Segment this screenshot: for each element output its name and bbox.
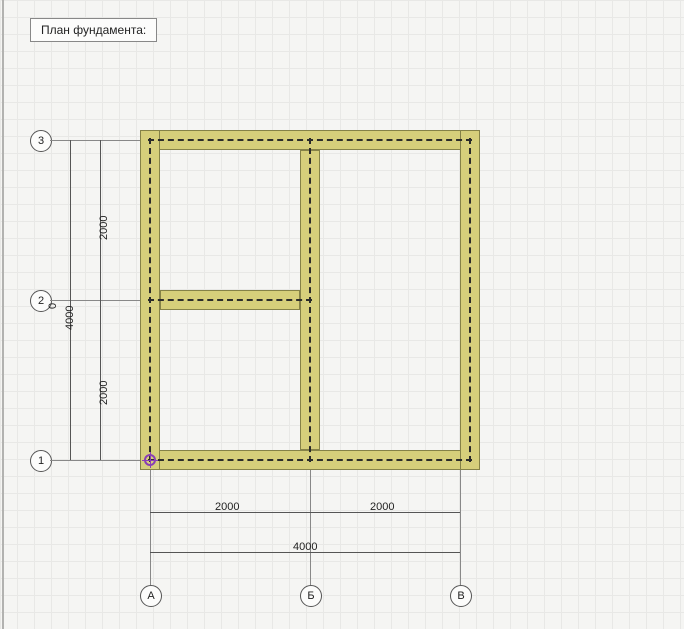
title-box: План фундамента: bbox=[30, 18, 157, 42]
dim-line-h1 bbox=[150, 512, 460, 513]
ext-col-a bbox=[150, 470, 151, 585]
dash-inner-h bbox=[148, 299, 312, 301]
axis-bubble-a: А bbox=[140, 585, 162, 607]
axis-label: В bbox=[457, 590, 464, 602]
dim-2000-up: 2000 bbox=[98, 216, 110, 240]
ext-row-2 bbox=[50, 300, 140, 301]
dash-right bbox=[469, 138, 471, 462]
ext-col-v bbox=[460, 470, 461, 585]
dim-2000-l: 2000 bbox=[215, 501, 239, 513]
axis-label: 1 bbox=[38, 455, 44, 467]
title-text: План фундамента: bbox=[41, 23, 146, 37]
dim-line-v1 bbox=[100, 140, 101, 460]
dim-4000-b: 4000 bbox=[293, 541, 317, 553]
dim-0: 0 bbox=[47, 303, 59, 309]
origin-marker bbox=[144, 454, 156, 466]
ext-col-b bbox=[310, 470, 311, 585]
dim-2000-r: 2000 bbox=[370, 501, 394, 513]
background-grid bbox=[0, 0, 684, 629]
axis-bubble-3: 3 bbox=[30, 130, 52, 152]
dim-line-v2 bbox=[70, 140, 71, 460]
ext-row-3 bbox=[50, 140, 140, 141]
left-separator bbox=[2, 0, 4, 629]
ext-row-1 bbox=[50, 460, 140, 461]
axis-label: 2 bbox=[38, 295, 44, 307]
dim-4000-l: 4000 bbox=[64, 306, 76, 330]
axis-label: А bbox=[147, 590, 154, 602]
axis-label: 3 bbox=[38, 135, 44, 147]
axis-bubble-v: В bbox=[450, 585, 472, 607]
axis-label: Б bbox=[307, 590, 314, 602]
axis-bubble-b: Б bbox=[300, 585, 322, 607]
axis-bubble-1: 1 bbox=[30, 450, 52, 472]
dim-2000-low: 2000 bbox=[98, 381, 110, 405]
